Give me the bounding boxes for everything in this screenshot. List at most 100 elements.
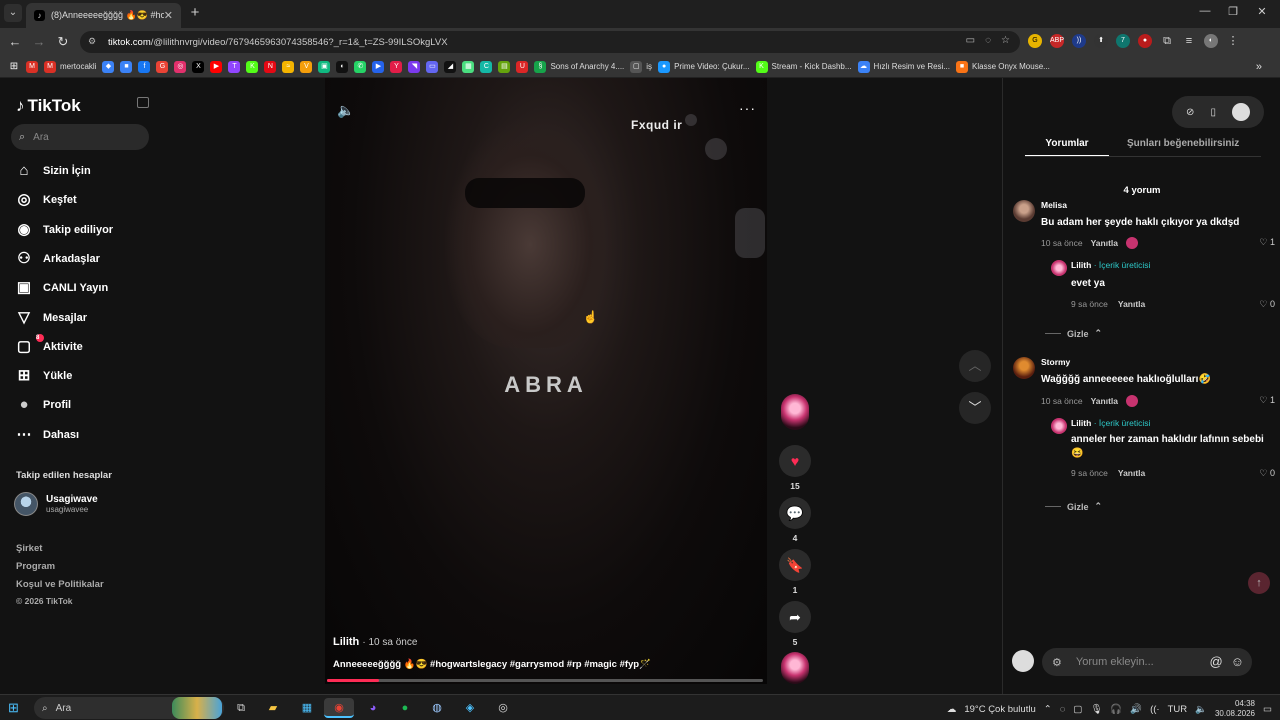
address-bar[interactable]: ⚙ tiktok.com/@lilithnvrgi/video/76794659…	[80, 31, 1020, 53]
extension-icon[interactable]: ●	[1138, 34, 1152, 48]
bookmark-item[interactable]: ▶	[210, 60, 223, 73]
microphone-icon[interactable]: 🎙	[1090, 704, 1102, 715]
extension-icon[interactable]: ⬆	[1094, 34, 1108, 48]
next-video-button[interactable]: ﹀	[959, 392, 991, 424]
bookmark-item[interactable]: ▣	[318, 60, 331, 73]
speaker-icon[interactable]: 🔈	[1195, 704, 1207, 715]
nav-upload[interactable]: ⊞ Yükle	[14, 365, 73, 387]
bookmark-item[interactable]: ● Prime Video: Çukur...	[658, 60, 750, 73]
taskbar-search[interactable]: ⌕ Ara	[34, 697, 224, 719]
tray-icon[interactable]: ▢	[1073, 704, 1082, 715]
new-tab-button[interactable]: +	[186, 4, 204, 22]
steam-icon[interactable]: ◍	[422, 698, 452, 718]
bookmark-item[interactable]: N	[264, 60, 277, 73]
nav-for-you[interactable]: ⌂ Sizin İçin	[14, 160, 90, 182]
like-button[interactable]: ♥	[779, 445, 811, 477]
wifi-icon[interactable]: ((·	[1150, 704, 1160, 715]
reply-button[interactable]: Yanıtla	[1118, 299, 1145, 309]
bookmark-item[interactable]: ◆	[102, 60, 115, 73]
video-player[interactable]: 🔈 ··· Fxqud ir ABRA ☝ Lilith · 10 sa önc…	[325, 78, 767, 684]
emoji-icon[interactable]: ☺	[1231, 654, 1244, 669]
bookmark-item[interactable]: ▶	[372, 60, 385, 73]
bookmark-item[interactable]: ▢ iş	[630, 60, 652, 73]
close-window-button[interactable]: ✕	[1251, 5, 1273, 21]
mention-icon[interactable]: @	[1210, 654, 1223, 669]
avatar[interactable]	[1013, 357, 1035, 379]
reply-user[interactable]: Lilith · İçerik üreticisi	[1071, 260, 1150, 270]
bookmark-item[interactable]: T	[228, 60, 241, 73]
comment-like[interactable]: ♡ 1	[1259, 395, 1275, 406]
nav-following[interactable]: ◉ Takip ediliyor	[14, 219, 113, 241]
hide-replies-button[interactable]: Gizle ⌃	[1045, 501, 1102, 512]
creator-avatar[interactable]	[781, 394, 809, 430]
browser-tab-active[interactable]: ♪ (8)Anneeeeeğğğğ 🔥😎 #hogw ✕	[26, 3, 181, 28]
nav-messages[interactable]: ▽ Mesajlar	[14, 307, 87, 329]
app-icon[interactable]: ◎	[488, 698, 518, 718]
comment-input[interactable]: ⚙ Yorum ekleyin... @ ☺	[1042, 648, 1252, 676]
bookmark-star-icon[interactable]: ☆	[1001, 35, 1010, 46]
bookmark-item[interactable]: C	[480, 60, 493, 73]
music-disc-avatar[interactable]	[781, 652, 809, 684]
tiktok-logo[interactable]: ♪ TikTok	[16, 96, 81, 116]
bookmark-item[interactable]: f	[138, 60, 151, 73]
hide-replies-button[interactable]: Gizle ⌃	[1045, 328, 1102, 339]
avatar[interactable]	[1013, 200, 1035, 222]
tab-search-button[interactable]: ⌄	[4, 4, 22, 22]
puzzle-icon[interactable]: ⧉	[1160, 34, 1174, 48]
eye-off-icon[interactable]: ◌	[985, 35, 991, 46]
extension-icon[interactable]: 7	[1116, 34, 1130, 48]
volume-icon[interactable]: 🔈	[337, 102, 354, 119]
comment-like[interactable]: ♡ 1	[1259, 237, 1275, 248]
reply-user[interactable]: Lilith · İçerik üreticisi	[1071, 418, 1150, 428]
reply-like[interactable]: ♡ 0	[1259, 299, 1275, 310]
bookmark-item[interactable]: ✆	[354, 60, 367, 73]
back-button[interactable]: ←	[6, 33, 24, 51]
bookmark-item[interactable]: K Stream - Kick Dashb...	[755, 60, 852, 73]
cast-icon[interactable]: ▭	[966, 35, 975, 46]
bookmark-button[interactable]: 🔖	[779, 549, 811, 581]
bookmark-item[interactable]: Y	[390, 60, 403, 73]
kebab-menu-icon[interactable]: ⋮	[1226, 34, 1240, 48]
nav-explore[interactable]: ◎ Keşfet	[14, 189, 76, 211]
task-view-icon[interactable]: ⧉	[226, 698, 256, 718]
profile-icon[interactable]: ◐	[1204, 34, 1218, 48]
compass-icon[interactable]: ⊘	[1186, 107, 1194, 118]
progress-bar[interactable]	[327, 679, 763, 682]
calculator-icon[interactable]: ▦	[292, 698, 322, 718]
discord-icon[interactable]: ◕	[358, 698, 388, 718]
bookmark-item[interactable]: ≈	[282, 60, 295, 73]
chrome-icon[interactable]: ◉	[324, 698, 354, 718]
bookmark-item[interactable]: § Sons of Anarchy 4....	[534, 60, 624, 73]
notifications-icon[interactable]: ▭	[1263, 704, 1272, 715]
nav-profile[interactable]: ● Profil	[14, 394, 71, 416]
bookmark-item[interactable]: ◢	[444, 60, 457, 73]
windows-start-icon[interactable]: ⊞	[8, 700, 19, 716]
apps-grid-icon[interactable]: ⊞	[8, 61, 20, 73]
tray-icon[interactable]: ◌	[1060, 704, 1066, 715]
comment-button[interactable]: 💬	[779, 497, 811, 529]
bookmark-item[interactable]: ◎	[174, 60, 187, 73]
comment-user[interactable]: Melisa	[1041, 200, 1067, 210]
chevron-up-icon[interactable]: ⌃	[1044, 704, 1052, 715]
avatar[interactable]	[1051, 418, 1067, 434]
more-options-icon[interactable]: ···	[739, 100, 756, 116]
footer-program[interactable]: Program	[16, 561, 55, 572]
collapse-sidebar-icon[interactable]	[137, 97, 149, 108]
nav-friends[interactable]: ⚇ Arkadaşlar	[14, 248, 100, 270]
bookmark-item[interactable]: M	[26, 60, 38, 73]
minimize-button[interactable]: —	[1194, 5, 1216, 21]
bookmark-item[interactable]: G	[156, 60, 169, 73]
restore-button[interactable]: ❐	[1222, 5, 1244, 21]
send-comment-button[interactable]: ↑	[1248, 572, 1270, 594]
bookmark-item[interactable]: ■ Klasse Onyx Mouse...	[956, 60, 1050, 73]
share-button[interactable]: ➦	[779, 601, 811, 633]
bookmark-item[interactable]: Mmertocakli	[44, 60, 96, 73]
close-tab-icon[interactable]: ✕	[164, 9, 173, 22]
bookmark-item[interactable]: K	[246, 60, 259, 73]
nav-live[interactable]: ▣ CANLI Yayın	[14, 277, 108, 299]
reload-button[interactable]: ↻	[54, 33, 72, 51]
reply-button[interactable]: Yanıtla	[1091, 238, 1118, 248]
forward-button[interactable]: →	[30, 33, 48, 51]
site-info-icon[interactable]: ⚙	[88, 36, 100, 48]
nav-more[interactable]: ⋯ Dahası	[14, 424, 80, 446]
